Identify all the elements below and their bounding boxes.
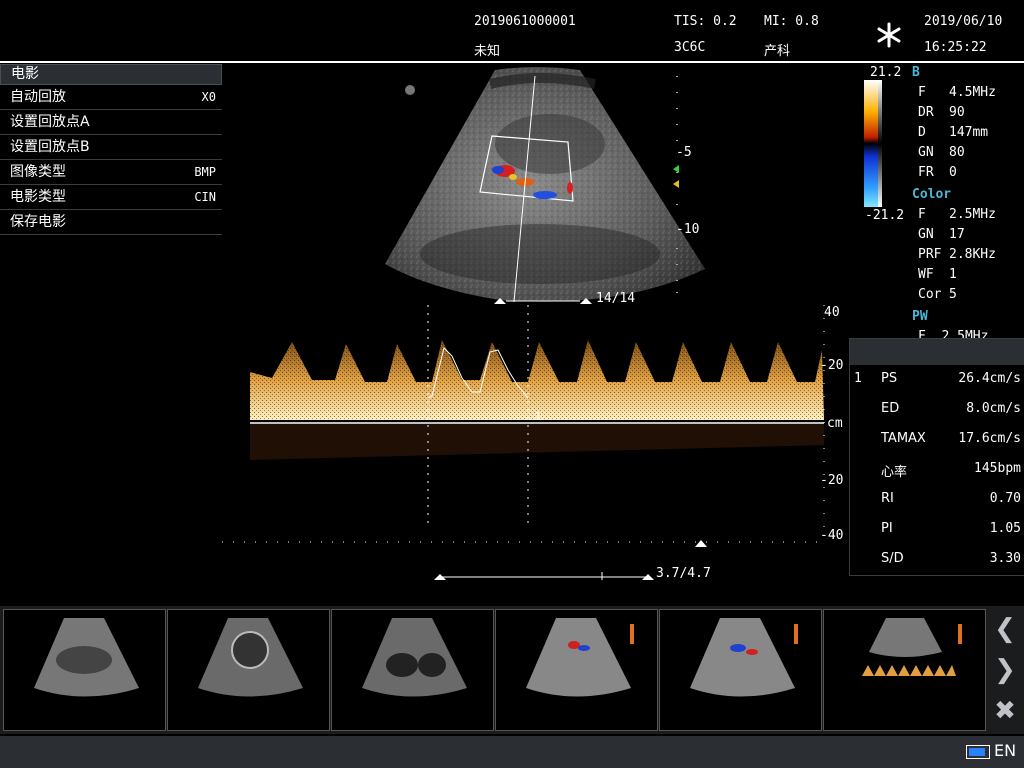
measurement-panel-header	[850, 339, 1024, 365]
velocity-axis-neg40: -40	[820, 528, 844, 543]
measurement-row-tamax: TAMAX 17.6cm/s	[881, 431, 1021, 446]
depth-label-5: -5	[676, 145, 692, 160]
exam-date: 2019/06/10	[924, 14, 1003, 29]
cine-menu: 电影 自动回放 X0 设置回放点A 设置回放点B 图像类型 BMP 电影类型 CIN …	[0, 64, 222, 235]
menu-item-image-type[interactable]: 图像类型 BMP	[0, 160, 222, 185]
snowflake-icon	[876, 22, 902, 48]
depth-label-10: -10	[676, 222, 700, 237]
measurement-row-ed: ED 8.0cm/s	[881, 401, 1021, 416]
cine-playback-range[interactable]	[432, 568, 657, 582]
color-param-cor: Cor	[918, 287, 942, 302]
color-scale-bar	[864, 80, 882, 207]
cine-frame-counter: 3.7/4.7	[656, 566, 711, 581]
colorbar-bottom-value: -21.2	[865, 208, 905, 223]
measurement-panel: 1 PS 26.4cm/s ED 8.0cm/s TAMAX 17.6cm/s …	[849, 338, 1024, 576]
header-divider	[0, 61, 1024, 63]
b-param-dr: DR	[918, 105, 934, 120]
thumb-1[interactable]	[3, 609, 166, 731]
depth-scale	[673, 72, 693, 302]
b-param-dr-value: 90	[949, 105, 965, 120]
close-icon[interactable]: ✖	[990, 696, 1020, 726]
b-param-d-value: 147mm	[949, 125, 989, 140]
color-param-prf: PRF	[918, 247, 942, 262]
b-mode-section-title: B	[912, 65, 920, 80]
color-param-f: F	[918, 207, 926, 222]
measurement-row-ps: 1 PS 26.4cm/s	[854, 371, 1021, 386]
color-param-wf-value: 1	[949, 267, 957, 282]
colorbar-top-value: 21.2	[870, 65, 902, 80]
color-section-title: Color	[912, 187, 952, 202]
patient-id: 2019061000001	[474, 14, 576, 29]
probe-name: 3C6C	[674, 40, 706, 55]
velocity-axis-neg20: -20	[820, 473, 844, 488]
velocity-axis-20: -20	[820, 358, 844, 373]
color-param-prf-value: 2.8KHz	[949, 247, 996, 262]
thumbnail-strip: ❮ ❯ ✖	[0, 606, 1024, 734]
menu-item-set-point-a[interactable]: 设置回放点A	[0, 110, 222, 135]
color-param-gn: GN	[918, 227, 934, 242]
bmode-image[interactable]	[380, 64, 720, 309]
exam-type: 产科	[764, 44, 791, 59]
velocity-axis-40: 40	[824, 305, 840, 320]
chevron-right-icon[interactable]: ❯	[990, 655, 1020, 685]
color-param-f-value: 2.5MHz	[949, 207, 996, 222]
pw-param-f-partial: F 2.5MHz	[918, 329, 989, 338]
b-param-gn-value: 80	[949, 145, 965, 160]
b-param-f: F	[918, 85, 926, 100]
menu-item-cine-type[interactable]: 电影类型 CIN	[0, 185, 222, 210]
measurement-row-ri: RI 0.70	[881, 491, 1021, 506]
b-param-d: D	[918, 125, 926, 140]
color-param-gn-value: 17	[949, 227, 965, 242]
thumb-5[interactable]	[659, 609, 822, 731]
exam-time: 16:25:22	[924, 40, 987, 55]
color-param-cor-value: 5	[949, 287, 957, 302]
thumb-4[interactable]	[495, 609, 658, 731]
chevron-left-icon[interactable]: ❮	[990, 614, 1020, 644]
b-param-fr-value: 0	[949, 165, 957, 180]
velocity-axis-unit: cm	[827, 416, 843, 431]
menu-item-set-point-b[interactable]: 设置回放点B	[0, 135, 222, 160]
tis-readout: TIS: 0.2	[674, 14, 737, 29]
menu-item-save-cine[interactable]: 保存电影	[0, 210, 222, 235]
b-param-f-value: 4.5MHz	[949, 85, 996, 100]
mi-readout: MI: 0.8	[764, 14, 819, 29]
thumb-2[interactable]	[167, 609, 330, 731]
menu-item-auto-replay[interactable]: 自动回放 X0	[0, 85, 222, 110]
battery-icon	[966, 745, 990, 759]
b-param-gn: GN	[918, 145, 934, 160]
pw-section-title: PW	[912, 309, 928, 324]
spectrum-cursor-label: 1	[535, 411, 542, 422]
patient-name: 未知	[474, 44, 501, 59]
color-param-wf: WF	[918, 267, 934, 282]
measurement-row-sd: S/D 3.30	[881, 551, 1021, 566]
language-indicator[interactable]: EN	[994, 741, 1016, 760]
thumb-6[interactable]	[823, 609, 986, 731]
cine-menu-title: 电影	[0, 64, 222, 85]
b-param-fr: FR	[918, 165, 934, 180]
measurement-row-pi: PI 1.05	[881, 521, 1021, 536]
measurement-row-heart-rate: 心率 145bpm	[881, 461, 1021, 480]
status-bar: EN	[0, 736, 1024, 768]
thumb-3[interactable]	[331, 609, 494, 731]
doppler-spectrum[interactable]	[222, 300, 850, 550]
